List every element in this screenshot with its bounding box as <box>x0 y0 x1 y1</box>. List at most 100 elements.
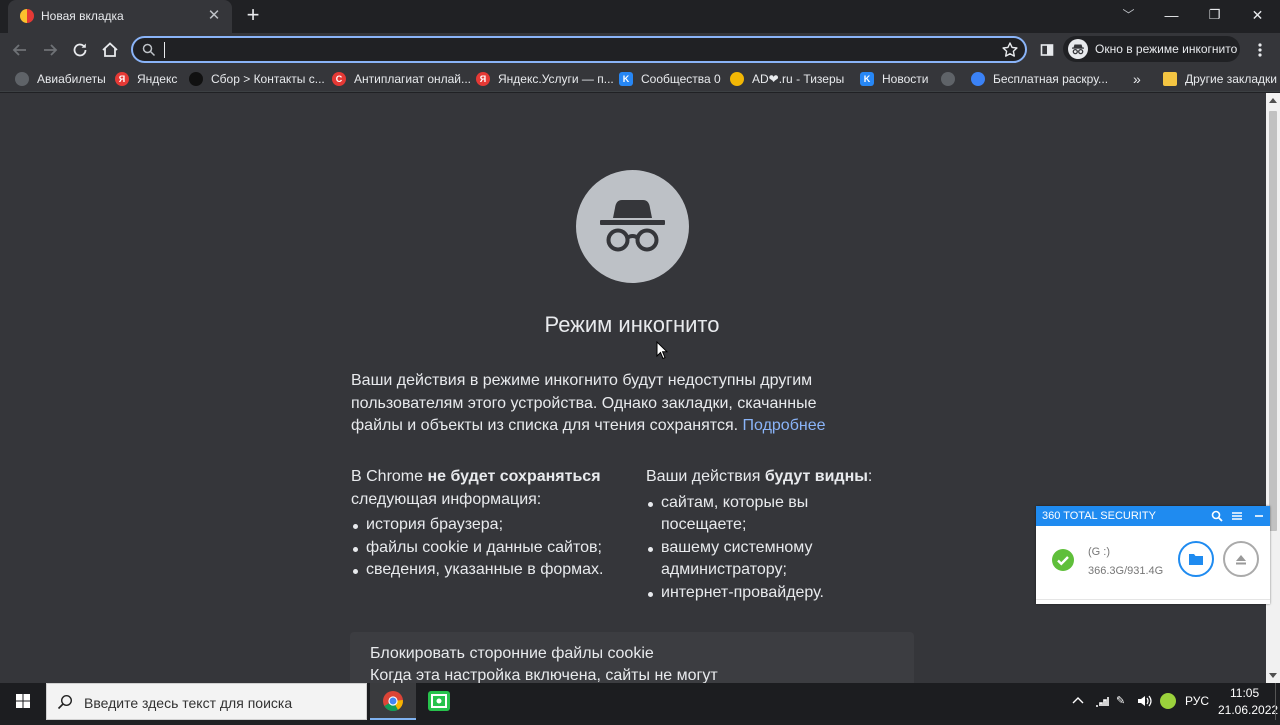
tab-new-tab[interactable]: Новая вкладка ✕ <box>8 0 232 33</box>
bookmark-antiplagiat[interactable]: C Антиплагиат онлай... <box>332 71 471 87</box>
360-security-popup: 360 TOTAL SECURITY (G :) 366.3G/931.4G <box>1036 506 1270 604</box>
divider <box>1036 599 1270 600</box>
clock-date[interactable]: 21.06.2022 <box>1218 703 1278 717</box>
drive-size: 366.3G/931.4G <box>1088 565 1164 577</box>
minimize-button[interactable]: — <box>1150 0 1193 30</box>
address-bar[interactable] <box>131 36 1027 63</box>
not-saved-list: история браузера; файлы cookie и данные … <box>351 514 631 582</box>
vk-icon: K <box>860 72 874 86</box>
bookmark-novosti[interactable]: K Новости <box>860 71 928 87</box>
bookmarks-overflow-chevron-icon[interactable]: » <box>1133 71 1141 87</box>
list-item: интернет-провайдеру. <box>646 582 886 605</box>
menu-icon[interactable] <box>1231 510 1243 522</box>
bookmark-sbor-kontakty[interactable]: Сбор > Контакты с... <box>189 71 325 87</box>
bookmark-ad-tizery[interactable]: AD❤.ru - Тизеры <box>730 71 844 87</box>
incognito-hero-icon <box>576 170 689 283</box>
yandex-icon: Я <box>115 72 129 86</box>
bookmarks-bar: Авиабилеты Я Яндекс Сбор > Контакты с...… <box>0 66 1280 92</box>
new-tab-button[interactable]: + <box>241 4 265 28</box>
address-input[interactable] <box>167 39 987 61</box>
popup-title-bar: 360 TOTAL SECURITY <box>1036 506 1270 526</box>
forward-button[interactable] <box>37 37 63 63</box>
tab-strip: Новая вкладка ✕ + ﹀ — ❐ ✕ <box>0 0 1280 33</box>
bookmark-globe[interactable] <box>941 71 963 87</box>
bookmark-besplatnaya-raskrutka[interactable]: Бесплатная раскру... <box>971 71 1108 87</box>
taskbar-search-placeholder: Введите здесь текст для поиска <box>84 695 293 711</box>
bookmark-star-icon[interactable] <box>1001 41 1019 59</box>
vk-icon: K <box>619 72 633 86</box>
close-tab-icon[interactable]: ✕ <box>204 6 224 26</box>
incognito-tab-favicon-icon <box>20 9 34 23</box>
start-button[interactable] <box>0 683 46 720</box>
page-title: Режим инкогнито <box>544 312 720 337</box>
open-folder-button[interactable] <box>1178 541 1214 577</box>
bookmark-label: Бесплатная раскру... <box>993 72 1109 86</box>
input-language[interactable]: РУС <box>1185 694 1209 708</box>
folder-icon <box>1163 72 1177 86</box>
reload-icon <box>73 43 87 57</box>
menu-button[interactable] <box>1247 37 1273 63</box>
bookmark-label: Антиплагиат онлай... <box>354 72 472 86</box>
show-desktop-button[interactable] <box>1275 683 1280 720</box>
bookmark-yandex-uslugi[interactable]: Я Яндекс.Услуги — п... <box>476 71 614 87</box>
chevron-up-icon[interactable] <box>1071 695 1085 707</box>
incognito-label: Окно в режиме инкогнито <box>1095 42 1238 56</box>
scroll-up-arrow-icon[interactable] <box>1269 98 1277 103</box>
block-third-party-cookies-card[interactable]: Блокировать сторонние файлы cookie Когда… <box>350 632 914 683</box>
bookmark-yandex[interactable]: Я Яндекс <box>115 71 177 87</box>
close-window-button[interactable]: ✕ <box>1236 0 1279 30</box>
eject-button[interactable] <box>1223 541 1259 577</box>
screen-recorder-icon <box>428 691 450 711</box>
minimize-icon[interactable] <box>1253 510 1265 522</box>
list-item: сайтам, которые вы посещаете; <box>646 492 886 537</box>
bookmark-soobshchestva[interactable]: K Сообщества 0 <box>619 71 721 87</box>
bookmark-aviabilety[interactable]: Авиабилеты <box>15 71 106 87</box>
incognito-description: Ваши действия в режиме инкогнито будут н… <box>351 370 871 438</box>
thumb-icon <box>971 72 985 86</box>
check-icon <box>1052 549 1074 571</box>
list-item: история браузера; <box>351 514 631 537</box>
taskbar-chrome[interactable] <box>370 683 416 720</box>
home-button[interactable] <box>97 37 123 63</box>
other-bookmarks-folder[interactable]: Другие закладки <box>1163 71 1277 87</box>
not-saved-heading: В Chrome не будет сохраняться следующая … <box>351 468 601 508</box>
cookie-card-title: Блокировать сторонние файлы cookie <box>370 645 654 662</box>
home-icon <box>102 42 118 57</box>
kebab-menu-icon <box>1258 43 1262 57</box>
mouse-cursor-icon <box>656 341 668 360</box>
popup-title: 360 TOTAL SECURITY <box>1042 510 1156 522</box>
clock-time[interactable]: 11:05 <box>1230 686 1259 700</box>
learn-more-link[interactable]: Подробнее <box>743 417 826 434</box>
side-panel-button[interactable] <box>1034 37 1060 63</box>
360-tray-icon[interactable] <box>1160 693 1176 709</box>
tab-title: Новая вкладка <box>41 9 124 23</box>
scrollbar-thumb[interactable] <box>1269 111 1277 531</box>
not-saved-column: В Chrome не будет сохраняться следующая … <box>351 466 631 582</box>
network-icon[interactable] <box>1094 694 1110 708</box>
speaker-icon[interactable] <box>1137 694 1153 708</box>
reload-button[interactable] <box>67 37 93 63</box>
back-button[interactable] <box>7 37 33 63</box>
maximize-button[interactable]: ❐ <box>1193 0 1236 30</box>
yandex-icon: Я <box>476 72 490 86</box>
list-item: файлы cookie и данные сайтов; <box>351 537 631 560</box>
search-icon <box>142 43 156 57</box>
dark-circle-icon <box>189 72 203 86</box>
taskbar-app-green[interactable] <box>416 683 462 720</box>
antiplagiat-icon: C <box>332 72 346 86</box>
visible-to-column: Ваши действия будут видны: сайтам, котор… <box>646 466 886 604</box>
tab-search-chevron-down-icon[interactable]: ﹀ <box>1107 0 1150 30</box>
eject-icon <box>1236 555 1246 565</box>
folder-icon <box>1189 554 1203 565</box>
bookmark-label: Новости <box>882 72 929 86</box>
side-panel-icon <box>1040 44 1054 56</box>
search-icon[interactable] <box>1211 510 1223 522</box>
scroll-down-arrow-icon[interactable] <box>1269 673 1277 678</box>
windows-logo-icon <box>16 694 30 708</box>
list-item: вашему системному администратору; <box>646 537 886 582</box>
keyboard-icon[interactable]: ✎ <box>1116 694 1125 707</box>
chrome-icon <box>383 691 403 712</box>
windows-taskbar: Введите здесь текст для поиска ✎ РУС 11:… <box>0 683 1280 720</box>
incognito-indicator[interactable]: Окно в режиме инкогнито <box>1063 36 1240 62</box>
taskbar-search-box[interactable]: Введите здесь текст для поиска <box>46 683 367 720</box>
